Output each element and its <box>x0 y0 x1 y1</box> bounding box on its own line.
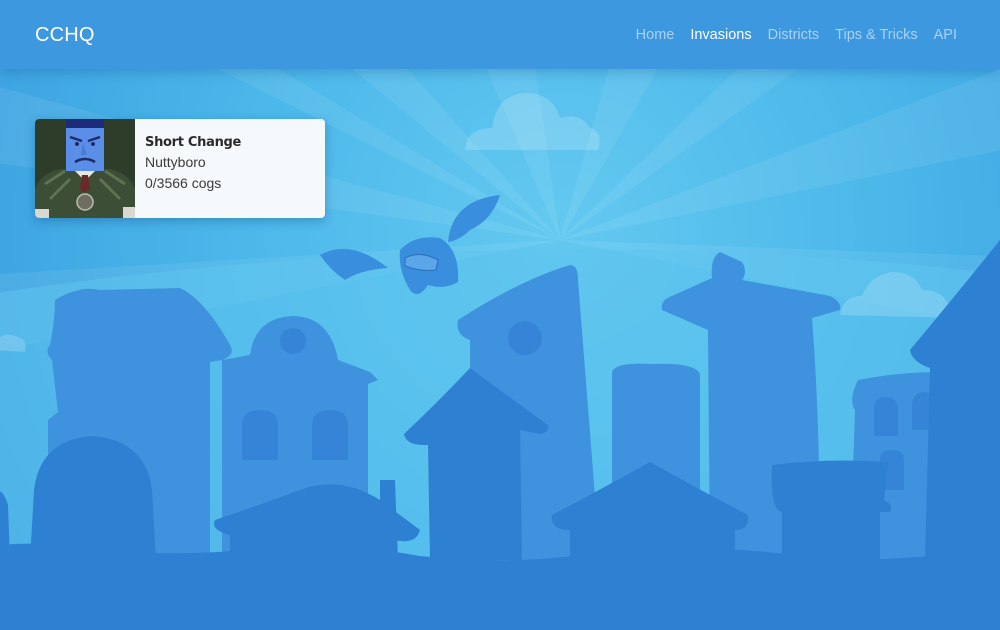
nav-item-api: API <box>934 26 957 44</box>
nav-item-tips: Tips & Tricks <box>835 26 917 44</box>
nav-links: Home Invasions Districts Tips & Tricks A… <box>636 26 957 44</box>
toontown-background <box>0 0 1000 630</box>
nav-link-tips-and-tricks[interactable]: Tips & Tricks <box>835 27 917 43</box>
nav-link-api[interactable]: API <box>934 27 957 43</box>
nav-item-districts: Districts <box>768 26 820 44</box>
nav-item-invasions: Invasions <box>690 26 751 44</box>
cog-portrait-icon <box>35 119 135 218</box>
district-name: Nuttyboro <box>145 154 206 170</box>
navbar: CCHQ Home Invasions Districts Tips & Tri… <box>0 0 1000 69</box>
brand-logo[interactable]: CCHQ <box>35 24 95 47</box>
nav-link-invasions[interactable]: Invasions <box>690 27 751 43</box>
nav-link-districts[interactable]: Districts <box>768 27 820 43</box>
cog-progress: 0/3566 cogs <box>145 175 222 191</box>
cog-name: Short Change <box>145 135 242 150</box>
invasion-card[interactable]: Short Change Nuttyboro 0/3566 cogs <box>35 119 325 218</box>
nav-item-home: Home <box>636 26 675 44</box>
nav-link-home[interactable]: Home <box>636 27 675 43</box>
